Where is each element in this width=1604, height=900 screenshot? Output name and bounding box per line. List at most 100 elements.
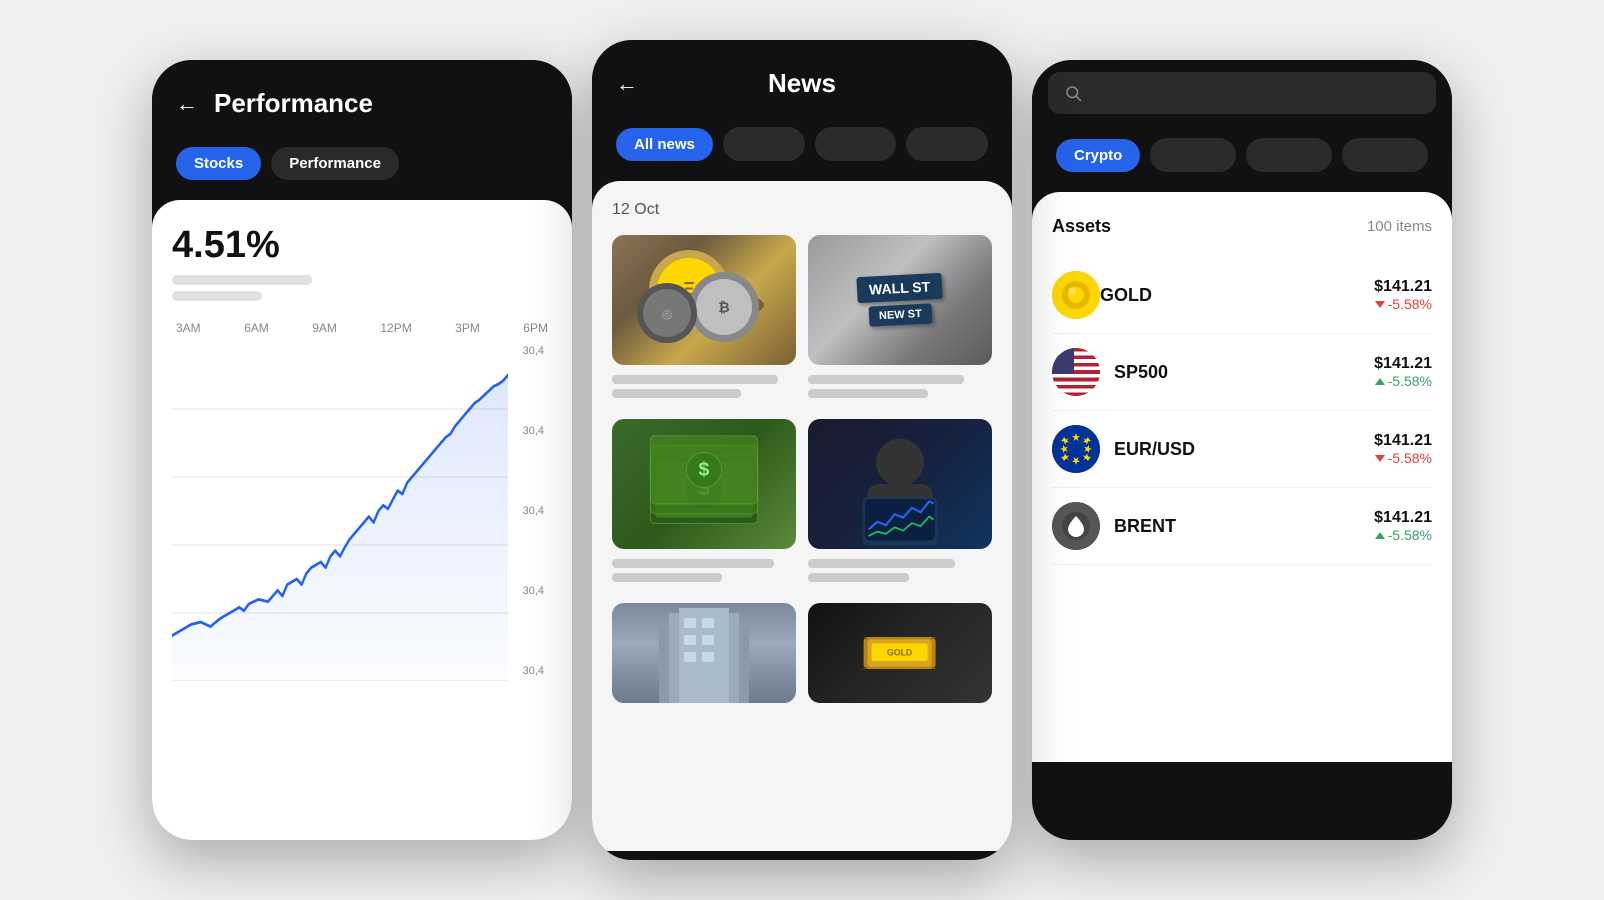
asset-price-brent: $141.21 — [1374, 509, 1432, 527]
x-label-12pm: 12PM — [380, 321, 411, 335]
triangle-down-eurusd — [1375, 455, 1385, 462]
news-text-lines-3 — [612, 559, 796, 582]
news-image-building — [612, 603, 796, 703]
news-tabs: All news — [592, 119, 1012, 181]
asset-change-brent: -5.58% — [1374, 527, 1432, 543]
news-text-line — [612, 375, 778, 384]
news-article-2[interactable]: WALL ST NEW ST — [808, 235, 992, 403]
tab-crypto[interactable]: Crypto — [1056, 139, 1140, 172]
performance-title: Performance — [214, 88, 373, 119]
crypto-coins-svg: Ξ ₿ ◎ — [612, 235, 796, 365]
line-chart-svg — [172, 341, 508, 681]
news-body: 12 Oct Ξ — [592, 181, 1012, 851]
crypto-tabs: Crypto — [1032, 130, 1452, 192]
asset-row-gold[interactable]: GOLD $141.21 -5.58% — [1052, 257, 1432, 334]
news-text-line — [808, 559, 955, 568]
news-text-line — [612, 389, 741, 398]
news-text-lines-2 — [808, 375, 992, 398]
x-label-3am: 3AM — [176, 321, 201, 335]
x-label-6pm: 6PM — [523, 321, 548, 335]
brent-icon-svg — [1052, 502, 1100, 550]
news-image-crypto: Ξ ₿ ◎ — [612, 235, 796, 365]
asset-price-eurusd: $141.21 — [1374, 432, 1432, 450]
news-article-6[interactable]: GOLD — [808, 603, 992, 703]
news-header: ← News — [592, 40, 1012, 119]
chart-svg — [172, 341, 508, 681]
tab-performance[interactable]: Performance — [271, 147, 399, 180]
tab-pill-2[interactable] — [815, 127, 897, 161]
news-text-line — [808, 573, 909, 582]
svg-text:◎: ◎ — [662, 307, 673, 321]
assets-header: Assets 100 items — [1052, 216, 1432, 237]
asset-change-eurusd: -5.58% — [1374, 450, 1432, 466]
x-label-6am: 6AM — [244, 321, 269, 335]
brent-icon — [1052, 502, 1100, 550]
wall-st-sign: WALL ST — [857, 273, 943, 303]
news-text-line — [808, 375, 964, 384]
svg-text:GOLD: GOLD — [887, 647, 912, 657]
sp500-icon — [1052, 348, 1100, 396]
gold-icon — [1052, 271, 1100, 319]
news-article-5[interactable] — [612, 603, 796, 703]
asset-change-value-gold: -5.58% — [1388, 296, 1432, 312]
asset-price-col-eurusd: $141.21 -5.58% — [1374, 432, 1432, 466]
news-image-trader — [808, 419, 992, 549]
assets-body: Assets 100 items GOLD $141.21 — [1032, 192, 1452, 762]
chart-x-labels: 3AM 6AM 9AM 12PM 3PM 6PM — [172, 321, 552, 335]
y-label-5: 30,4 — [508, 665, 544, 677]
performance-tabs: Stocks Performance — [152, 139, 572, 200]
trader-svg — [808, 419, 992, 549]
news-text-lines-4 — [808, 559, 992, 582]
performance-header: ← Performance — [152, 60, 572, 139]
eurusd-icon — [1052, 425, 1100, 473]
search-bar[interactable] — [1048, 72, 1436, 114]
x-label-3pm: 3PM — [455, 321, 480, 335]
crypto-phone: Crypto Assets 100 items — [1032, 60, 1452, 840]
svg-text:₿: ₿ — [718, 299, 729, 315]
tab-pill-3[interactable] — [906, 127, 988, 161]
news-title: News — [654, 68, 950, 99]
assets-count: 100 items — [1367, 218, 1432, 235]
asset-name-gold: GOLD — [1100, 285, 1374, 306]
news-text-line — [808, 389, 928, 398]
asset-row-brent[interactable]: BRENT $141.21 -5.58% — [1052, 488, 1432, 565]
asset-name-eurusd: EUR/USD — [1114, 439, 1374, 460]
tab-pill-1[interactable] — [723, 127, 805, 161]
new-st-sign: NEW ST — [868, 303, 932, 326]
crypto-tab-pill-2[interactable] — [1246, 138, 1332, 172]
asset-price-col-sp500: $141.21 -5.58% — [1374, 355, 1432, 389]
triangle-up-brent — [1375, 532, 1385, 539]
triangle-up-sp500 — [1375, 378, 1385, 385]
svg-text:$: $ — [699, 458, 710, 480]
performance-phone: ← Performance Stocks Performance 4.51% 3… — [152, 60, 572, 840]
asset-row-eurusd[interactable]: EUR/USD $141.21 -5.58% — [1052, 411, 1432, 488]
back-button[interactable]: ← — [176, 91, 198, 117]
crypto-tab-pill-3[interactable] — [1342, 138, 1428, 172]
asset-row-sp500[interactable]: SP500 $141.21 -5.58% — [1052, 334, 1432, 411]
news-text-line — [612, 573, 722, 582]
news-date: 12 Oct — [612, 201, 992, 219]
screens-container: ← Performance Stocks Performance 4.51% 3… — [0, 0, 1604, 900]
eu-flag-svg — [1052, 425, 1100, 473]
tab-stocks[interactable]: Stocks — [176, 147, 261, 180]
news-article-4[interactable] — [808, 419, 992, 587]
asset-change-value-brent: -5.58% — [1388, 527, 1432, 543]
money-svg: $ $ — [612, 426, 796, 543]
asset-name-sp500: SP500 — [1114, 362, 1374, 383]
news-article-3[interactable]: $ $ — [612, 419, 796, 587]
x-label-9am: 9AM — [312, 321, 337, 335]
news-article-1[interactable]: Ξ ₿ ◎ — [612, 235, 796, 403]
asset-price-col-brent: $141.21 -5.58% — [1374, 509, 1432, 543]
news-back-button[interactable]: ← — [616, 71, 638, 97]
crypto-tab-pill-1[interactable] — [1150, 138, 1236, 172]
asset-price-sp500: $141.21 — [1374, 355, 1432, 373]
tab-all-news[interactable]: All news — [616, 128, 713, 161]
asset-change-value-eurusd: -5.58% — [1388, 450, 1432, 466]
news-grid-bottom: $ $ — [612, 419, 992, 587]
y-label-3: 30,4 — [508, 505, 544, 517]
y-label-2: 30,4 — [508, 425, 544, 437]
asset-price-gold: $141.21 — [1374, 278, 1432, 296]
news-grid-top: Ξ ₿ ◎ — [612, 235, 992, 403]
search-icon — [1064, 84, 1082, 102]
y-label-1: 30,4 — [508, 345, 544, 357]
